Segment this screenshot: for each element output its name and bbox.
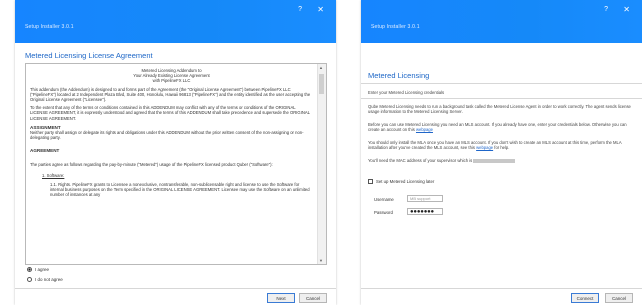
info-paragraph: Before you can use Metered Licensing you… bbox=[368, 122, 638, 132]
agreement-title-line: with PipelineFX LLC bbox=[152, 78, 191, 84]
agreement-paragraph: To the extent that any of the terms or c… bbox=[30, 105, 310, 121]
license-text: Metered Licensing Addendum to Your Alrea… bbox=[30, 68, 313, 198]
info-paragraph-text: Before you can use Metered Licensing you… bbox=[368, 122, 627, 133]
agreement-paragraph: This addendum (the Addendum) is designed… bbox=[30, 86, 311, 103]
username-label: Username bbox=[374, 197, 394, 202]
next-button[interactable]: Next bbox=[267, 293, 295, 303]
scroll-thumb[interactable] bbox=[319, 74, 324, 94]
title-bar: Setup Installer 3.0.1 ? ✕ bbox=[15, 0, 336, 43]
cancel-button[interactable]: Cancel bbox=[299, 293, 327, 303]
title-bar: Setup Installer 3.0.1 ? ✕ bbox=[361, 0, 642, 43]
agree-radio-option[interactable]: I agree bbox=[27, 267, 49, 272]
setup-later-checkbox[interactable] bbox=[368, 179, 373, 184]
connect-button[interactable]: Connect bbox=[571, 293, 599, 303]
help-icon[interactable]: ? bbox=[604, 6, 608, 13]
close-icon[interactable]: ✕ bbox=[317, 6, 324, 14]
page-heading: Metered Licensing bbox=[368, 71, 430, 80]
setup-later-option[interactable]: Set up Metered Licensing later bbox=[368, 179, 434, 184]
disagree-radio-label: I do not agree bbox=[35, 277, 63, 282]
divider bbox=[361, 98, 642, 99]
metered-licensing-window: Setup Installer 3.0.1 ? ✕ Metered Licens… bbox=[361, 0, 642, 305]
password-field[interactable]: ●●●●●●● bbox=[407, 208, 443, 215]
disagree-radio-option[interactable]: I do not agree bbox=[27, 277, 63, 282]
cancel-button[interactable]: Cancel bbox=[605, 293, 633, 303]
mac-address-text: You'll need the MAC address of your supe… bbox=[368, 158, 473, 163]
license-agreement-window: Setup Installer 3.0.1 ? ✕ Metered Licens… bbox=[15, 0, 336, 305]
divider bbox=[15, 288, 336, 289]
info-paragraph: You should only install the MLA once you… bbox=[368, 140, 638, 150]
info-paragraph: Qube Metered Licensing needs to run a ba… bbox=[368, 104, 631, 115]
agreement-paragraph: The parties agree as follows regarding t… bbox=[30, 161, 273, 167]
section-subheading: 1. Software: bbox=[42, 172, 65, 178]
agreement-paragraph: 1.1. Rights. PipelineFX grants to Licens… bbox=[50, 182, 310, 198]
agreement-paragraph: Neither party shall assign or delegate i… bbox=[30, 130, 304, 141]
create-account-link[interactable]: webpage bbox=[416, 127, 433, 132]
setup-later-label: Set up Metered Licensing later bbox=[376, 179, 435, 184]
divider bbox=[361, 288, 642, 289]
mac-address-value bbox=[473, 158, 516, 163]
window-title: Setup Installer 3.0.1 bbox=[371, 24, 420, 30]
page-subheading: Enter your Metered Licensing credentials bbox=[368, 90, 445, 95]
password-label: Password bbox=[374, 210, 393, 215]
disagree-radio[interactable] bbox=[27, 277, 32, 282]
info-paragraph: You'll need the MAC address of your supe… bbox=[368, 158, 638, 163]
scroll-up-icon[interactable]: ▲ bbox=[319, 65, 323, 70]
divider bbox=[361, 83, 642, 84]
agree-radio-label: I agree bbox=[35, 267, 50, 272]
help-link[interactable]: webpage bbox=[476, 145, 493, 150]
help-icon[interactable]: ? bbox=[298, 6, 302, 13]
license-text-box[interactable]: Metered Licensing Addendum to Your Alrea… bbox=[25, 63, 327, 265]
close-icon[interactable]: ✕ bbox=[623, 6, 630, 14]
page-heading: Metered Licensing License Agreement bbox=[25, 51, 153, 60]
scroll-down-icon[interactable]: ▼ bbox=[319, 258, 323, 263]
section-heading: AGREEMENT bbox=[30, 148, 60, 154]
vertical-scrollbar[interactable]: ▲ ▼ bbox=[317, 64, 326, 264]
window-title: Setup Installer 3.0.1 bbox=[25, 24, 74, 30]
agree-radio[interactable] bbox=[27, 267, 32, 272]
info-paragraph-text: for help. bbox=[494, 145, 510, 151]
username-field[interactable]: MB support bbox=[407, 195, 443, 202]
